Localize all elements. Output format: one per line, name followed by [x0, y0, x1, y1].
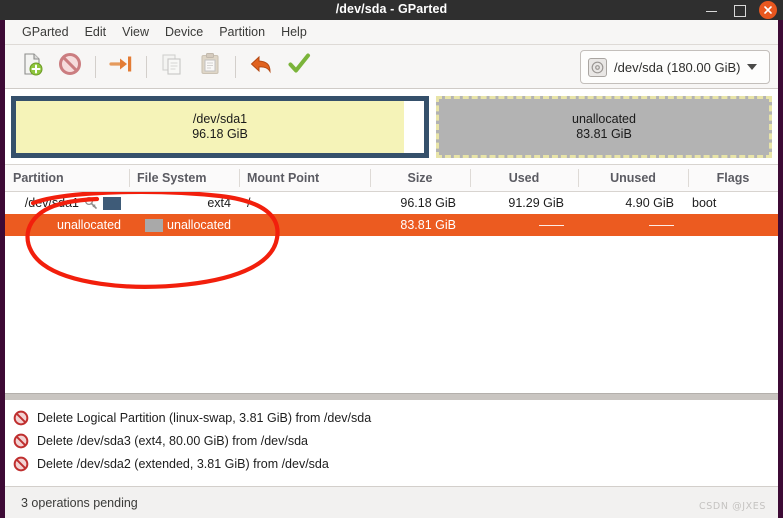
operation-text: Delete /dev/sda2 (extended, 3.81 GiB) fr…: [37, 456, 329, 471]
filesystem-color-swatch: [103, 196, 121, 210]
toolbar-separator: [95, 55, 96, 78]
column-header-flags[interactable]: Flags: [688, 165, 778, 191]
graphic-block-unallocated[interactable]: unallocated 83.81 GiB: [436, 96, 772, 158]
window-title: /dev/sda - GParted: [335, 2, 448, 16]
new-document-icon: [20, 52, 44, 81]
chevron-down-icon: [747, 64, 758, 70]
cell-size: 83.81 GiB: [400, 218, 456, 232]
cell-mountpoint: /: [247, 196, 251, 210]
graphic-block-sda1[interactable]: /dev/sda1 96.18 GiB: [11, 96, 429, 158]
resize-arrow-icon: [109, 52, 133, 81]
cell-partition: unallocated: [5, 214, 129, 236]
delete-prohibition-icon: [58, 52, 82, 81]
partition-graphic: /dev/sda1 96.18 GiB unallocated 83.81 Gi…: [5, 89, 778, 164]
delete-prohibition-icon: [13, 410, 29, 426]
menu-item-help[interactable]: Help: [273, 20, 315, 44]
apply-button[interactable]: [280, 49, 318, 85]
menu-bar: GParted Edit View Device Partition Help: [5, 20, 778, 45]
menu-item-view[interactable]: View: [114, 20, 157, 44]
graphic-block-sda1-size: 96.18 GiB: [192, 127, 248, 141]
undo-arrow-icon: [248, 51, 274, 82]
cell-size: 96.18 GiB: [400, 196, 456, 210]
column-header-mountpoint[interactable]: Mount Point: [239, 165, 370, 191]
cell-filesystem: unallocated: [129, 214, 239, 236]
title-bar: /dev/sda - GParted: [0, 0, 783, 20]
operation-text: Delete Logical Partition (linux-swap, 3.…: [37, 410, 372, 425]
cell-flags: boot: [692, 196, 717, 210]
cell-mountpoint: [239, 214, 370, 236]
cell-used: ——: [539, 218, 564, 232]
cell-unused: 4.90 GiB: [625, 196, 674, 210]
new-partition-button[interactable]: [13, 49, 51, 85]
pending-operations-panel: Delete Logical Partition (linux-swap, 3.…: [5, 400, 778, 486]
copy-icon: [160, 52, 184, 81]
watermark: CSDN @JXES: [699, 501, 766, 512]
apply-check-icon: [287, 52, 311, 81]
filesystem-color-swatch: [145, 218, 164, 232]
disk-icon: [588, 57, 607, 77]
cell-partition: /dev/sda1: [5, 192, 129, 214]
table-row[interactable]: /dev/sda1 ext4 / 96.18 GiB 91.29 GiB 4.9…: [5, 192, 778, 214]
cell-partition-name: /dev/sda1: [24, 196, 79, 210]
cell-flags: [688, 214, 778, 236]
list-item[interactable]: Delete /dev/sda2 (extended, 3.81 GiB) fr…: [13, 452, 778, 475]
column-header-filesystem[interactable]: File System: [129, 165, 239, 191]
column-header-size[interactable]: Size: [370, 165, 470, 191]
column-header-unused[interactable]: Unused: [578, 165, 688, 191]
device-selector-label: /dev/sda (180.00 GiB): [614, 59, 741, 75]
main-content: /dev/sda1 96.18 GiB unallocated 83.81 Gi…: [5, 89, 778, 393]
delete-prohibition-icon: [13, 456, 29, 472]
partition-table-header: Partition File System Mount Point Size U…: [5, 164, 778, 192]
cell-partition-name: unallocated: [57, 218, 121, 232]
cell-used: 91.29 GiB: [508, 196, 564, 210]
window-controls: [705, 0, 777, 20]
menu-item-edit[interactable]: Edit: [77, 20, 115, 44]
menu-item-partition[interactable]: Partition: [211, 20, 273, 44]
cell-filesystem: ext4: [129, 192, 239, 214]
panel-separator[interactable]: [5, 393, 778, 400]
graphic-block-unallocated-name: unallocated: [572, 112, 636, 126]
paste-icon: [198, 52, 222, 81]
resize-move-button[interactable]: [102, 49, 140, 85]
status-text: 3 operations pending: [21, 495, 138, 510]
device-selector[interactable]: /dev/sda (180.00 GiB): [580, 50, 770, 84]
cell-unused: ——: [649, 218, 674, 232]
minimize-icon[interactable]: [705, 4, 718, 17]
close-icon[interactable]: [759, 0, 777, 19]
table-row[interactable]: unallocated unallocated 83.81 GiB —— ——: [5, 214, 778, 236]
partition-table-body: /dev/sda1 ext4 / 96.18 GiB 91.29 GiB 4.9…: [5, 192, 778, 393]
delete-prohibition-icon: [13, 433, 29, 449]
paste-button[interactable]: [191, 49, 229, 85]
column-header-used[interactable]: Used: [470, 165, 578, 191]
cell-filesystem-label: unallocated: [167, 218, 231, 232]
toolbar-separator: [235, 55, 236, 78]
list-item[interactable]: Delete /dev/sda3 (ext4, 80.00 GiB) from …: [13, 429, 778, 452]
graphic-block-sda1-name: /dev/sda1: [192, 112, 248, 126]
column-header-partition[interactable]: Partition: [5, 165, 129, 191]
menu-item-gparted[interactable]: GParted: [14, 20, 77, 44]
undo-button[interactable]: [242, 49, 280, 85]
toolbar: /dev/sda (180.00 GiB): [5, 45, 778, 89]
list-item[interactable]: Delete Logical Partition (linux-swap, 3.…: [13, 406, 778, 429]
cell-filesystem-label: ext4: [207, 196, 231, 210]
graphic-block-unallocated-size: 83.81 GiB: [576, 127, 632, 141]
delete-partition-button[interactable]: [51, 49, 89, 85]
copy-button[interactable]: [153, 49, 191, 85]
gparted-window: /dev/sda - GParted GParted Edit View Dev…: [0, 0, 783, 518]
maximize-icon[interactable]: [732, 4, 746, 17]
status-bar: 3 operations pending CSDN @JXES: [5, 486, 778, 518]
operation-text: Delete /dev/sda3 (ext4, 80.00 GiB) from …: [37, 433, 308, 448]
toolbar-separator: [146, 55, 147, 78]
key-icon: [84, 196, 98, 210]
menu-item-device[interactable]: Device: [157, 20, 211, 44]
